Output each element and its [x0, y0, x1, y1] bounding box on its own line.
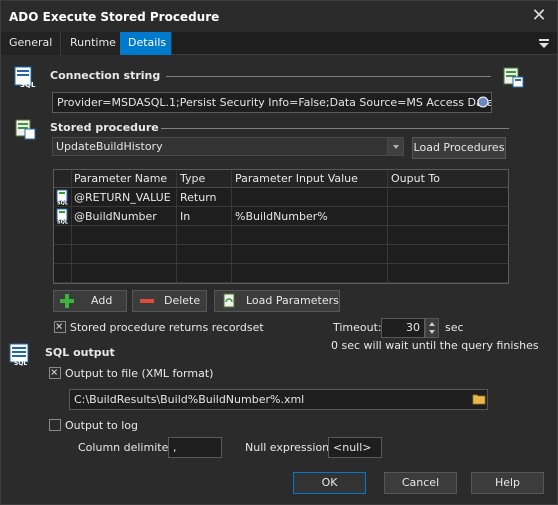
- timeout-label: Timeout:: [333, 321, 382, 334]
- column-header-name[interactable]: Parameter Name: [74, 172, 167, 185]
- svg-text:SQL: SQL: [57, 220, 69, 225]
- table-row[interactable]: SQL @RETURN_VALUE Return: [54, 188, 508, 207]
- delete-parameter-button[interactable]: Delete: [132, 290, 207, 312]
- connection-builder-icon[interactable]: [501, 65, 525, 89]
- connection-string-label: Connection string: [50, 69, 161, 82]
- svg-text:SQL: SQL: [20, 81, 36, 89]
- spin-buttons[interactable]: [425, 318, 439, 338]
- load-procedures-button[interactable]: Load Procedures: [412, 137, 506, 159]
- param-type: Return: [180, 191, 217, 204]
- table-row: [54, 264, 508, 283]
- svg-text:SQL: SQL: [14, 360, 27, 366]
- output-to-log-checkbox[interactable]: [49, 419, 61, 431]
- stored-procedure-icon: [15, 119, 36, 140]
- svg-text:SQL: SQL: [57, 201, 69, 206]
- table-row: [54, 245, 508, 264]
- timeout-spinner[interactable]: 30: [381, 318, 439, 338]
- tab-runtime[interactable]: Runtime: [62, 32, 125, 55]
- chevron-down-icon[interactable]: [387, 138, 403, 155]
- checkmark-icon: [56, 323, 63, 330]
- stored-procedure-label: Stored procedure: [50, 121, 159, 134]
- column-header-value[interactable]: Parameter Input Value: [235, 172, 358, 185]
- sql-param-icon: SQL: [56, 208, 69, 225]
- tab-bar: General Runtime Details: [1, 32, 557, 55]
- tab-general[interactable]: General: [1, 32, 62, 55]
- folder-icon[interactable]: [472, 392, 486, 406]
- add-parameter-button[interactable]: Add: [53, 290, 127, 312]
- plus-icon: [60, 294, 74, 308]
- ok-button[interactable]: OK: [293, 472, 366, 494]
- cancel-button[interactable]: Cancel: [384, 472, 457, 494]
- table-row[interactable]: SQL @BuildNumber In %BuildNumber%: [54, 207, 508, 226]
- timeout-value[interactable]: 30: [381, 318, 425, 338]
- browse-connection-icon[interactable]: [476, 95, 490, 109]
- connection-divider: [166, 76, 491, 77]
- sql-output-label: SQL output: [45, 346, 115, 359]
- tab-details[interactable]: Details: [120, 32, 172, 55]
- output-to-file-checkbox[interactable]: [49, 367, 61, 379]
- parameters-table: Parameter Name Type Parameter Input Valu…: [53, 169, 509, 284]
- window-title: ADO Execute Stored Procedure: [9, 10, 220, 24]
- tab-menu-icon[interactable]: [538, 35, 550, 51]
- table-row: [54, 226, 508, 245]
- sql-output-icon: SQL: [9, 343, 29, 366]
- returns-recordset-checkbox[interactable]: [54, 321, 66, 333]
- timeout-unit: sec: [445, 321, 464, 334]
- stored-procedure-select[interactable]: UpdateBuildHistory: [52, 137, 404, 156]
- close-icon[interactable]: ✕: [529, 6, 549, 26]
- param-type: In: [180, 210, 191, 223]
- help-button[interactable]: Help: [471, 472, 544, 494]
- null-expression-label: Null expression: [245, 441, 330, 454]
- table-header: Parameter Name Type Parameter Input Valu…: [54, 170, 508, 188]
- column-header-type[interactable]: Type: [180, 172, 205, 185]
- column-header-output[interactable]: Ouput To: [391, 172, 440, 185]
- load-parameters-button[interactable]: Load Parameters: [214, 290, 340, 312]
- dialog-window: ADO Execute Stored Procedure ✕ General R…: [0, 0, 558, 505]
- output-file-path-field[interactable]: C:\BuildResults\Build%BuildNumber%.xml: [69, 389, 488, 410]
- load-params-icon: [223, 293, 235, 308]
- null-expression-field[interactable]: <null>: [328, 437, 382, 458]
- output-to-log-label: Output to log: [65, 419, 139, 432]
- param-name: @BuildNumber: [74, 210, 157, 223]
- sql-param-icon: SQL: [56, 189, 69, 206]
- column-delimiter-label: Column delimiter: [78, 441, 173, 454]
- param-value[interactable]: %BuildNumber%: [235, 210, 328, 223]
- spin-arrows-icon[interactable]: [426, 319, 438, 337]
- connection-string-field[interactable]: Provider=MSDASQL.1;Persist Security Info…: [52, 92, 492, 113]
- timeout-hint: 0 sec will wait until the query finishes: [331, 339, 539, 352]
- minus-icon: [140, 299, 154, 303]
- output-to-file-label: Output to file (XML format): [65, 367, 214, 380]
- database-sql-icon: SQL: [14, 66, 36, 89]
- checkmark-icon: [51, 369, 58, 376]
- returns-recordset-label: Stored procedure returns recordset: [70, 321, 264, 334]
- column-delimiter-field[interactable]: ,: [168, 437, 222, 458]
- title-bar: ADO Execute Stored Procedure ✕: [1, 1, 557, 32]
- param-name: @RETURN_VALUE: [74, 191, 171, 204]
- procedure-divider: [161, 128, 509, 129]
